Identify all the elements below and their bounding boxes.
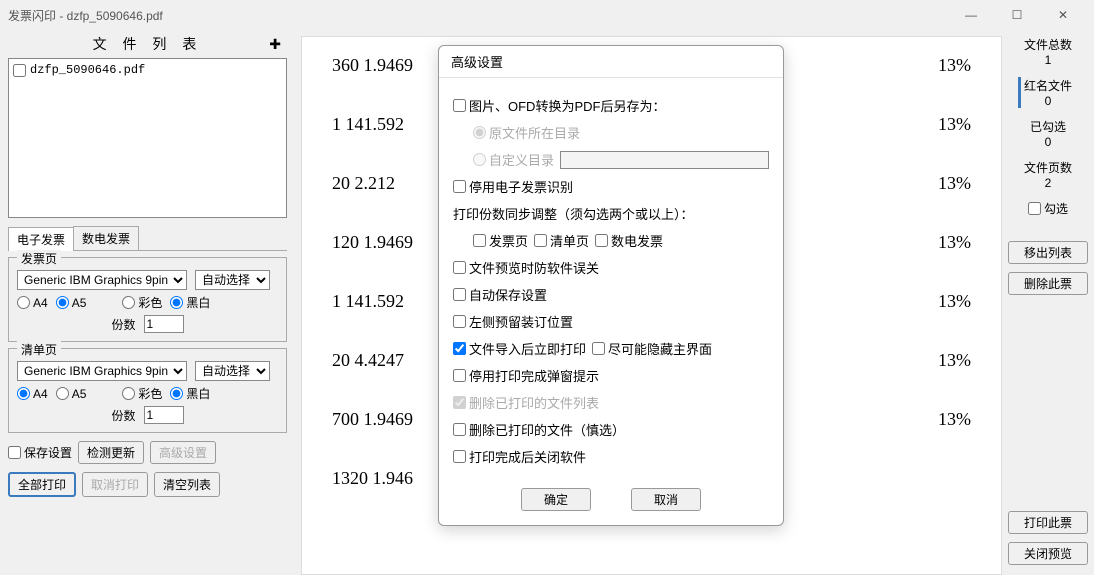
tab-dianzi[interactable]: 电子发票: [8, 227, 74, 251]
invoice-printer-select[interactable]: Generic IBM Graphics 9pin: [17, 270, 187, 290]
left-panel: 文 件 列 表 ✚ dzfp_5090646.pdf 电子发票 数电发票 发票页…: [0, 30, 295, 575]
sync-label: 打印份数同步调整（须勾选两个或以上）：: [453, 204, 694, 223]
invoice-copies-label: 份数: [111, 316, 135, 333]
dialog-cancel-button[interactable]: 取消: [631, 488, 701, 511]
opt-hide-main[interactable]: 尽可能隐藏主界面: [592, 339, 712, 358]
opt-disable-recognition[interactable]: 停用电子发票识别: [453, 177, 573, 196]
tab-shudian[interactable]: 数电发票: [73, 226, 139, 250]
close-button[interactable]: ✕: [1040, 0, 1086, 30]
opt-close-after-print[interactable]: 打印完成后关闭软件: [453, 447, 586, 466]
invoice-auto-select[interactable]: 自动选择: [195, 270, 270, 290]
sync-list[interactable]: 清单页: [534, 231, 589, 250]
dialog-title: 高级设置: [439, 46, 783, 78]
opt-binding-margin[interactable]: 左侧预留装订位置: [453, 312, 573, 331]
sync-invoice[interactable]: 发票页: [473, 231, 528, 250]
cancel-print-button[interactable]: 取消打印: [82, 472, 148, 497]
list-bw[interactable]: 黑白: [170, 385, 210, 402]
maximize-button[interactable]: ☐: [994, 0, 1040, 30]
titlebar: 发票闪印 - dzfp_5090646.pdf — ☐ ✕: [0, 0, 1094, 30]
opt-original-dir[interactable]: 原文件所在目录: [473, 123, 580, 142]
invoice-page-group: 发票页 Generic IBM Graphics 9pin 自动选择 A4 A5…: [8, 257, 287, 342]
close-preview-button[interactable]: 关闭预览: [1008, 542, 1088, 565]
file-checkbox[interactable]: [13, 64, 26, 77]
sync-shudian[interactable]: 数电发票: [595, 231, 663, 250]
opt-delete-printed-list[interactable]: 删除已打印的文件列表: [453, 393, 599, 412]
opt-convert-pdf[interactable]: 图片、OFD转换为PDF后另存为：: [453, 96, 665, 115]
check-update-button[interactable]: 检测更新: [78, 441, 144, 464]
file-name: dzfp_5090646.pdf: [30, 63, 145, 77]
file-list-header: 文 件 列 表 ✚: [8, 34, 287, 54]
list-legend: 清单页: [17, 341, 61, 358]
file-list-title: 文 件 列 表: [93, 34, 203, 54]
list-printer-select[interactable]: Generic IBM Graphics 9pin: [17, 361, 187, 381]
list-color[interactable]: 彩色: [122, 385, 162, 402]
dialog-ok-button[interactable]: 确定: [521, 488, 591, 511]
add-file-icon[interactable]: ✚: [269, 36, 281, 53]
opt-custom-dir[interactable]: 自定义目录: [473, 150, 554, 169]
invoice-color[interactable]: 彩色: [122, 294, 162, 311]
advanced-settings-dialog: 高级设置 图片、OFD转换为PDF后另存为： 原文件所在目录 自定义目录 停用电…: [438, 45, 784, 526]
save-settings-checkbox[interactable]: 保存设置: [8, 441, 72, 464]
invoice-bw[interactable]: 黑白: [170, 294, 210, 311]
invoice-legend: 发票页: [17, 250, 61, 267]
check-all-checkbox[interactable]: 勾选: [1028, 200, 1068, 217]
list-page-group: 清单页 Generic IBM Graphics 9pin 自动选择 A4 A5…: [8, 348, 287, 433]
stat-pages: 文件页数2: [1024, 159, 1072, 190]
invoice-size-a5[interactable]: A5: [56, 296, 87, 310]
delete-ticket-button[interactable]: 删除此票: [1008, 272, 1088, 295]
right-panel: 文件总数1 红名文件0 已勾选0 文件页数2 勾选 移出列表 删除此票 打印此票…: [1002, 30, 1094, 575]
opt-disable-popup[interactable]: 停用打印完成弹窗提示: [453, 366, 599, 385]
stat-red: 红名文件0: [1018, 77, 1072, 108]
invoice-tabs: 电子发票 数电发票: [8, 226, 287, 251]
clear-list-button[interactable]: 清空列表: [154, 472, 220, 497]
minimize-button[interactable]: —: [948, 0, 994, 30]
window-title: 发票闪印 - dzfp_5090646.pdf: [8, 7, 948, 24]
remove-list-button[interactable]: 移出列表: [1008, 241, 1088, 264]
opt-auto-save[interactable]: 自动保存设置: [453, 285, 547, 304]
invoice-size-a4[interactable]: A4: [17, 296, 48, 310]
file-item[interactable]: dzfp_5090646.pdf: [13, 63, 282, 77]
opt-delete-printed-files[interactable]: 删除已打印的文件（慎选）: [453, 420, 625, 439]
custom-dir-input[interactable]: [560, 151, 769, 169]
print-ticket-button[interactable]: 打印此票: [1008, 511, 1088, 534]
invoice-copies-input[interactable]: [144, 315, 184, 333]
file-list-box: dzfp_5090646.pdf: [8, 58, 287, 218]
list-size-a4[interactable]: A4: [17, 387, 48, 401]
opt-print-on-import[interactable]: 文件导入后立即打印: [453, 339, 586, 358]
list-copies-input[interactable]: [144, 406, 184, 424]
list-size-a5[interactable]: A5: [56, 387, 87, 401]
list-copies-label: 份数: [111, 407, 135, 424]
advanced-settings-button[interactable]: 高级设置: [150, 441, 216, 464]
stat-checked: 已勾选0: [1030, 118, 1066, 149]
opt-prevent-close[interactable]: 文件预览时防软件误关: [453, 258, 599, 277]
print-all-button[interactable]: 全部打印: [8, 472, 76, 497]
stat-total: 文件总数1: [1024, 36, 1072, 67]
list-auto-select[interactable]: 自动选择: [195, 361, 270, 381]
